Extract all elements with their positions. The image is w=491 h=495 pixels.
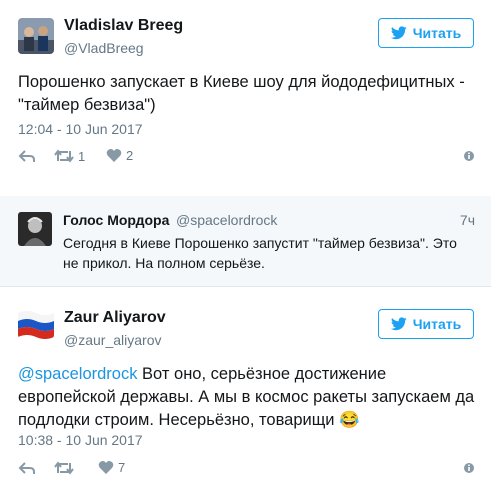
author-name[interactable]: Zaur Aliyarov — [64, 309, 166, 327]
tweet-zaur: Zaur Aliyarov @zaur_aliyarov Читать @spa… — [0, 287, 491, 495]
mention-link[interactable]: @spacelordrock — [18, 365, 137, 383]
quoted-age[interactable]: 7ч — [460, 212, 475, 228]
twitter-bird-icon — [390, 317, 407, 331]
author-name[interactable]: Vladislav Breeg — [64, 17, 183, 35]
quoted-author-name[interactable]: Голос Мордора — [63, 212, 169, 228]
like-count: 7 — [118, 460, 126, 475]
follow-label: Читать — [412, 316, 462, 332]
avatar[interactable] — [18, 18, 54, 54]
avatar[interactable] — [18, 309, 54, 339]
follow-button[interactable]: Читать — [378, 309, 474, 339]
tweet-actions: 1 2 — [18, 148, 478, 168]
more-button[interactable] — [463, 462, 475, 474]
like-button[interactable]: 7 — [98, 460, 125, 475]
tweet-text: Порошенко запускает в Киеве шоу для йодо… — [18, 73, 465, 114]
like-button[interactable]: 2 — [106, 148, 133, 163]
heart-icon — [98, 461, 114, 474]
retweet-icon — [54, 461, 74, 475]
quoted-author-handle[interactable]: @spacelordrock — [176, 212, 277, 228]
follow-label: Читать — [412, 25, 462, 41]
more-icon — [464, 463, 474, 473]
author-handle[interactable]: @VladBreeg — [64, 40, 144, 56]
tweet-actions: 7 — [18, 460, 478, 480]
twitter-bird-icon — [390, 26, 407, 40]
tweet-timestamp[interactable]: 12:04 - 10 Jun 2017 — [18, 121, 143, 137]
author-handle[interactable]: @zaur_aliyarov — [64, 332, 161, 348]
quoted-text: Сегодня в Киеве Порошенко запустит "тайм… — [63, 235, 457, 271]
retweet-count: 1 — [78, 148, 86, 164]
more-button[interactable] — [463, 150, 475, 162]
retweet-button[interactable]: 1 — [54, 148, 85, 164]
reply-button[interactable] — [18, 148, 36, 164]
tweet-text: @spacelordrock Вот оно, серьёзное достиж… — [18, 363, 478, 432]
reply-icon — [18, 150, 35, 162]
follow-button[interactable]: Читать — [378, 18, 474, 48]
more-icon — [464, 151, 474, 161]
quoted-avatar[interactable] — [18, 212, 52, 246]
like-count: 2 — [126, 148, 134, 163]
quoted-tweet[interactable]: Голос Мордора @spacelordrock 7ч Сегодня … — [0, 196, 491, 286]
reply-button[interactable] — [18, 460, 36, 476]
retweet-icon — [54, 149, 74, 163]
retweet-button[interactable] — [54, 460, 78, 476]
tweet-timestamp[interactable]: 10:38 - 10 Jun 2017 — [18, 432, 143, 448]
heart-icon — [106, 149, 122, 162]
reply-icon — [18, 462, 35, 474]
tweet-vladislav: Vladislav Breeg @VladBreeg Читать Пороше… — [0, 0, 491, 196]
